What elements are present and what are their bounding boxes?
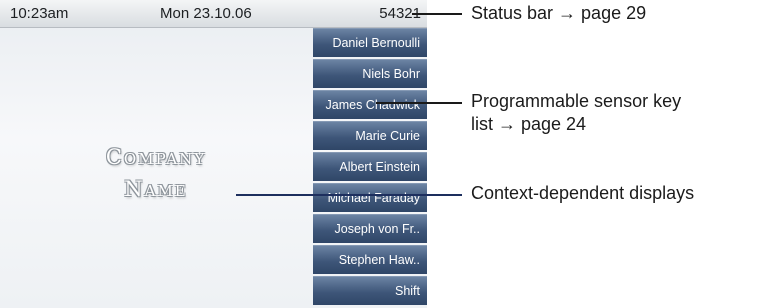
status-bar: 10:23am Mon 23.10.06 54321 [0,0,427,28]
sensor-key-curie[interactable]: Marie Curie [313,121,427,150]
sensor-key-shift[interactable]: Shift [313,276,427,305]
sensor-key-list: Daniel Bernoulli Niels Bohr James Chadwi… [313,28,427,308]
sensor-key-chadwick[interactable]: James Chadwick [313,90,427,119]
sensor-key-faraday[interactable]: Michael Faraday [313,183,427,212]
callout-context-displays: Context-dependent displays [471,183,695,203]
company-name-line2: NAME [124,177,188,201]
status-date: Mon 23.10.06 [160,5,252,22]
status-time: 10:23am [10,5,69,22]
context-display-leader-line [236,194,462,196]
callout-sensor-key-list: Programmable sensor key list → page 24 [471,90,681,136]
callout-sensor-key-list-line2: list → page 24 [471,114,587,134]
company-name-line1: COMPANY [105,145,207,169]
sensor-key-bohr[interactable]: Niels Bohr [313,59,427,88]
sensor-key-hawking[interactable]: Stephen Haw.. [313,245,427,274]
company-name-logo: COMPANY NAME [0,142,312,206]
callout-sensor-key-list-line1: Programmable sensor key [471,91,682,111]
phone-display: 10:23am Mon 23.10.06 54321 COMPANY NAME … [0,0,427,308]
sensor-key-bernoulli[interactable]: Daniel Bernoulli [313,28,427,57]
sensor-key-einstein[interactable]: Albert Einstein [313,152,427,181]
sensor-key-fraunhofer[interactable]: Joseph von Fr.. [313,214,427,243]
sensor-key-leader-line [376,102,462,104]
status-bar-leader-line [412,13,462,15]
callout-status-bar: Status bar → page 29 [471,3,647,23]
